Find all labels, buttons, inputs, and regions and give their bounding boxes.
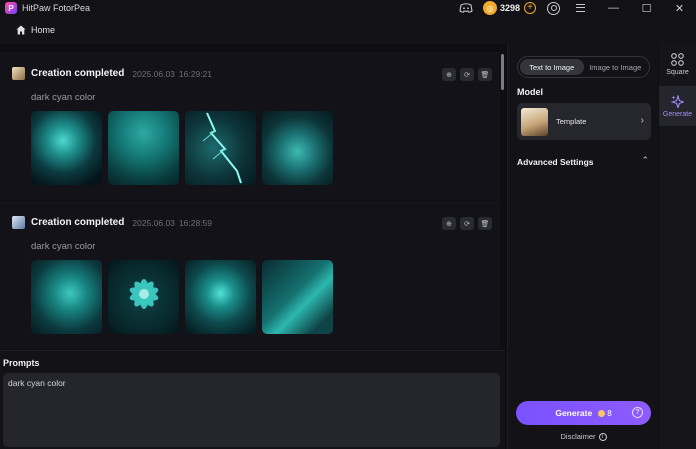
disclaimer-label: Disclaimer [560, 432, 596, 441]
card-title: Creation completed [31, 217, 125, 228]
add-credits-button[interactable]: + [524, 2, 536, 14]
card-header: Creation completed 2025.06.03 16:29:21 [12, 67, 212, 80]
zoom-icon[interactable]: ⊕ [442, 217, 456, 230]
user-account-icon[interactable] [547, 1, 560, 15]
disclaimer-link[interactable]: Disclaimer i [508, 432, 659, 441]
generated-image[interactable] [108, 260, 179, 334]
image-grid [31, 260, 339, 334]
card-title: Creation completed [31, 68, 125, 79]
model-label: Model [517, 87, 543, 97]
mode-toggle: Text to Image Image to Image [517, 56, 650, 78]
feed-scrollbar[interactable] [501, 54, 504, 90]
settings-panel: Text to Image Image to Image Model Templ… [507, 44, 658, 449]
chevron-up-icon[interactable]: ⌃ [641, 155, 649, 166]
generated-image[interactable] [185, 111, 256, 185]
generated-image[interactable] [185, 260, 256, 334]
model-name: Template [556, 117, 587, 126]
chevron-right-icon: › [640, 115, 644, 126]
regenerate-icon[interactable]: ⟳ [460, 68, 474, 81]
model-selector[interactable]: Template › [517, 103, 651, 140]
prompts-panel: Prompts dark cyan color [0, 350, 505, 449]
generate-label: Generate [555, 408, 593, 418]
card-date: 2025.06.03 [132, 217, 175, 228]
card-date: 2025.06.03 [132, 68, 175, 79]
close-button[interactable]: ✕ [663, 0, 696, 16]
card-actions: ⊕ ⟳ 🗑 [438, 217, 492, 230]
creation-card: Creation completed 2025.06.03 16:28:59 ⊕… [0, 201, 500, 349]
minimize-button[interactable]: — [597, 0, 630, 16]
title-bar-controls: ◎ 3298 + — ☐ ✕ [459, 0, 696, 16]
title-bar: P HitPaw FotorPea ◎ 3298 + — ☐ ✕ [0, 0, 696, 16]
card-actions: ⊕ ⟳ 🗑 [438, 68, 492, 81]
tab-text-to-image[interactable]: Text to Image [520, 59, 584, 75]
generate-button[interactable]: Generate 8 ? [516, 401, 651, 425]
delete-icon[interactable]: 🗑 [478, 68, 492, 81]
info-icon: i [598, 432, 607, 441]
prompt-input[interactable]: dark cyan color [3, 373, 500, 447]
creation-thumbnail [12, 67, 25, 80]
rail-label-generate: Generate [662, 110, 693, 118]
generated-image[interactable] [31, 111, 102, 185]
prompts-title: Prompts [3, 358, 40, 368]
home-icon[interactable] [16, 25, 26, 35]
card-prompt: dark cyan color [31, 92, 96, 103]
side-rail: Square Generate [659, 44, 696, 449]
rail-item-square[interactable]: Square [659, 44, 696, 84]
rail-label-square: Square [666, 68, 689, 76]
help-icon[interactable]: ? [632, 407, 643, 418]
app-logo-icon: P [5, 2, 17, 14]
maximize-button[interactable]: ☐ [630, 0, 663, 16]
delete-icon[interactable]: 🗑 [478, 217, 492, 230]
square-grid-icon [671, 52, 684, 66]
zoom-icon[interactable]: ⊕ [442, 68, 456, 81]
breadcrumb: Home [0, 16, 696, 44]
generated-image[interactable] [262, 260, 333, 334]
card-time: 16:29:21 [178, 68, 212, 79]
model-thumbnail [521, 107, 548, 136]
home-link[interactable]: Home [31, 25, 55, 35]
advanced-settings-toggle[interactable]: Advanced Settings [517, 157, 594, 167]
card-prompt: dark cyan color [31, 241, 96, 252]
creation-thumbnail [12, 216, 25, 229]
generated-image[interactable] [108, 111, 179, 185]
generated-image[interactable] [262, 111, 333, 185]
sparkle-icon [671, 94, 684, 108]
app-title: HitPaw FotorPea [22, 3, 91, 13]
card-header: Creation completed 2025.06.03 16:28:59 [12, 216, 212, 229]
coin-icon [598, 409, 606, 417]
coin-icon: ◎ [482, 1, 497, 15]
rail-item-generate[interactable]: Generate [659, 86, 696, 126]
tab-image-to-image[interactable]: Image to Image [584, 59, 648, 75]
credits-count: 3298 [499, 3, 520, 13]
prompt-input-value: dark cyan color [8, 378, 66, 388]
generate-cost: 8 [607, 408, 612, 418]
generated-image[interactable] [31, 260, 102, 334]
menu-icon[interactable] [576, 4, 585, 12]
creation-card: Creation completed 2025.06.03 16:29:21 ⊕… [0, 52, 500, 200]
regenerate-icon[interactable]: ⟳ [460, 217, 474, 230]
card-time: 16:28:59 [178, 217, 212, 228]
creation-feed: Creation completed 2025.06.03 16:29:21 ⊕… [0, 44, 505, 350]
image-grid [31, 111, 339, 185]
discord-icon[interactable] [459, 3, 473, 13]
